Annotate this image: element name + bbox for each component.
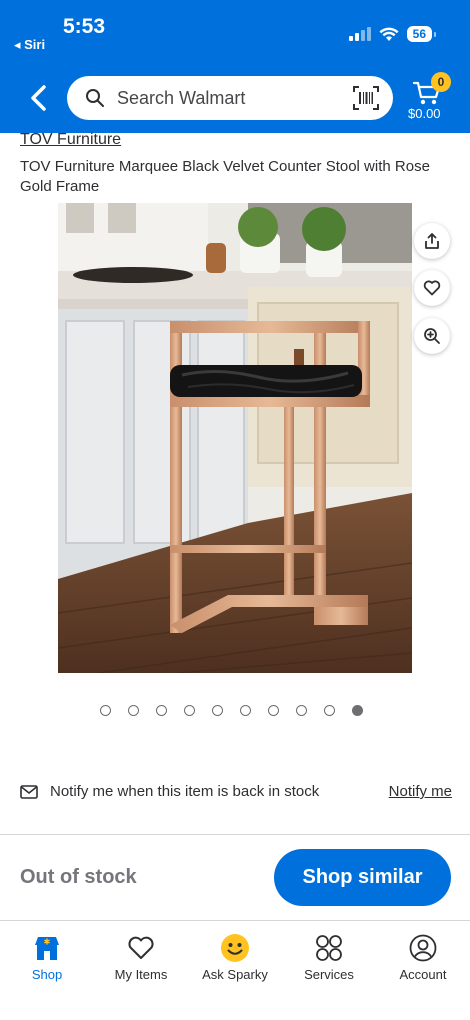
barcode-scan-icon[interactable]: [353, 86, 379, 110]
favorite-button[interactable]: [414, 270, 450, 306]
tab-label: Account: [399, 967, 447, 982]
carousel-dot[interactable]: [296, 705, 307, 716]
carousel-dot[interactable]: [212, 705, 223, 716]
tab-label: Ask Sparky: [202, 967, 268, 982]
heart-icon: [423, 280, 441, 296]
tab-label: My Items: [114, 967, 168, 982]
signal-icon: [348, 27, 371, 41]
back-in-stock-notice: Notify me when this item is back in stoc…: [20, 783, 452, 800]
search-icon: [86, 89, 104, 107]
tab-services[interactable]: Services: [282, 921, 376, 1020]
services-icon: [316, 935, 342, 961]
zoom-button[interactable]: [414, 318, 450, 354]
carousel-dot[interactable]: [128, 705, 139, 716]
app-header: 5:53 ◂ Siri 56 Search Walmart 0 $0.00: [0, 0, 470, 133]
carousel-dot[interactable]: [184, 705, 195, 716]
status-time: 5:53: [63, 15, 106, 38]
carousel-dot[interactable]: [324, 705, 335, 716]
wifi-icon: [379, 27, 399, 41]
shop-similar-button[interactable]: Shop similar: [274, 849, 451, 906]
carousel-dot[interactable]: [156, 705, 167, 716]
carousel-dot-active[interactable]: [352, 705, 363, 716]
store-icon: [35, 937, 59, 960]
tab-ask-sparky[interactable]: Ask Sparky: [188, 921, 282, 1020]
divider: [0, 834, 470, 835]
tab-my-items[interactable]: My Items: [94, 921, 188, 1020]
status-icons: 56: [348, 26, 437, 42]
product-image[interactable]: [58, 203, 412, 673]
cart-count-badge: 0: [431, 72, 451, 92]
notify-text: Notify me when this item is back in stoc…: [50, 783, 320, 800]
product-title: TOV Furniture Marquee Black Velvet Count…: [20, 158, 430, 195]
search-input[interactable]: Search Walmart: [67, 76, 393, 120]
tab-shop[interactable]: Shop: [0, 921, 94, 1020]
account-icon: [409, 934, 437, 962]
tab-label: Services: [304, 967, 354, 982]
chevron-left-icon: [31, 85, 46, 111]
carousel-dot[interactable]: [268, 705, 279, 716]
cart-button[interactable]: 0 $0.00: [404, 72, 454, 124]
brand-link[interactable]: TOV Furniture: [20, 131, 121, 149]
heart-icon: [128, 936, 154, 959]
image-carousel-dots: [100, 705, 363, 716]
tab-account[interactable]: Account: [376, 921, 470, 1020]
notify-me-link[interactable]: Notify me: [389, 783, 452, 800]
back-to-siri[interactable]: ◂ Siri: [14, 37, 45, 53]
carousel-dot[interactable]: [100, 705, 111, 716]
counter-stool-photo: [58, 203, 412, 673]
share-icon: [425, 233, 439, 249]
stock-status: Out of stock: [20, 866, 137, 888]
bottom-tab-bar: Shop My Items Ask Sparky Services Accoun…: [0, 921, 470, 1020]
share-button[interactable]: [414, 223, 450, 259]
zoom-in-icon: [424, 328, 440, 344]
search-placeholder: Search Walmart: [117, 87, 246, 108]
carousel-dot[interactable]: [240, 705, 251, 716]
back-button[interactable]: [24, 82, 54, 114]
battery-indicator: 56: [406, 26, 437, 42]
cart-total: $0.00: [408, 106, 441, 121]
mail-icon: [20, 784, 38, 799]
tab-label: Shop: [31, 967, 63, 982]
sparky-icon: [221, 934, 249, 962]
